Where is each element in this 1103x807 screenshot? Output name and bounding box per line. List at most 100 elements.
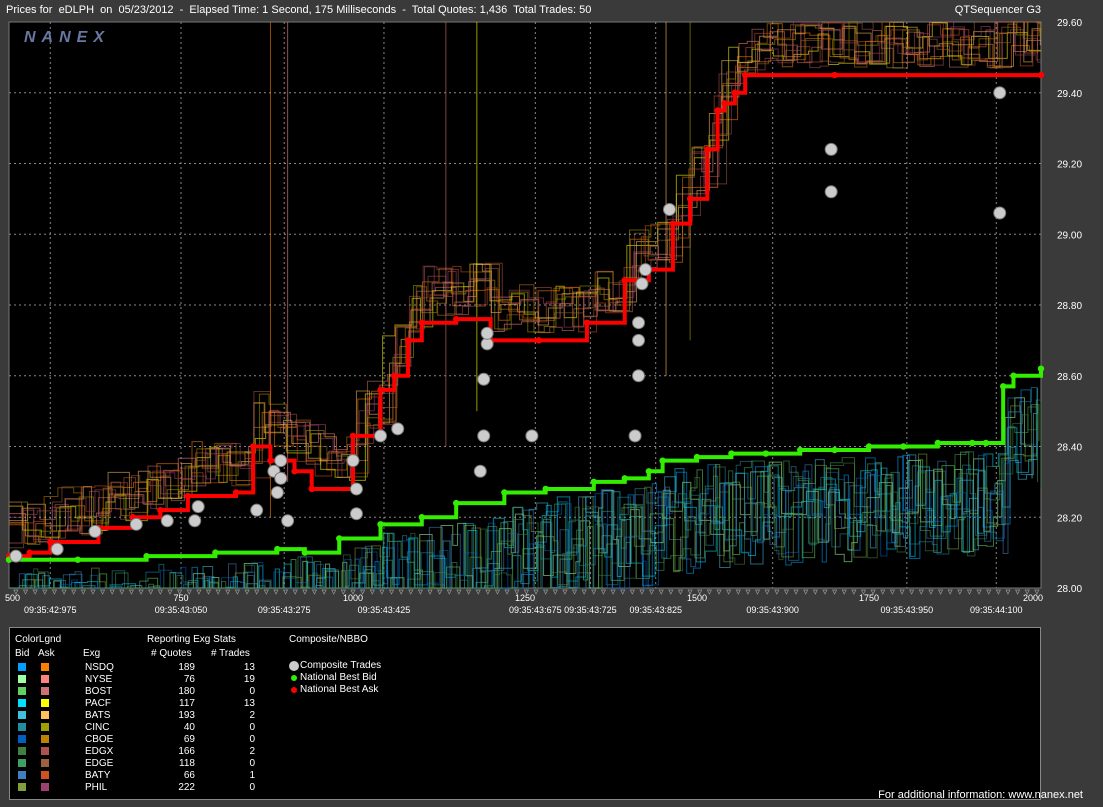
- series-point: [969, 439, 976, 447]
- exchange-quotes: 222: [178, 782, 195, 793]
- ask-color-swatch: [41, 663, 49, 671]
- trade-tick-marker: [119, 589, 125, 595]
- trade-point: [480, 326, 494, 340]
- trade-tick-marker: [581, 589, 587, 595]
- exchange-name: NYSE: [85, 674, 113, 685]
- y-tick-label: 28.60: [1057, 372, 1082, 383]
- trade-tick-marker: [225, 589, 231, 595]
- bid-color-swatch: [18, 783, 26, 791]
- exchange-quotes: 118: [179, 758, 195, 769]
- time-tick-label: 09:35:44:100: [970, 605, 1023, 615]
- trade-tick-marker: [986, 589, 992, 595]
- series-point: [301, 549, 309, 556]
- trade-point: [349, 482, 363, 496]
- trade-point: [993, 86, 1007, 100]
- exchange-trades: 0: [249, 758, 255, 769]
- trade-tick-marker: [437, 589, 443, 595]
- nbbo-color-dot: [291, 687, 297, 693]
- trade-tick-marker: [803, 589, 809, 595]
- trade-tick-marker: [793, 589, 799, 595]
- series-point: [349, 432, 357, 440]
- exchange-trades: 2: [249, 710, 255, 721]
- series-point: [1037, 365, 1045, 372]
- series-point: [590, 478, 597, 486]
- trade-tick-marker: [937, 589, 944, 595]
- trade-tick-marker: [292, 589, 298, 595]
- legend-bid-header: Bid: [15, 648, 30, 659]
- nbbo-label: National Best Ask: [300, 684, 379, 695]
- trade-point: [88, 524, 102, 538]
- footer-note: For additional information: www.nanex.ne…: [878, 789, 1083, 801]
- legend-ask-header: Ask: [38, 648, 55, 659]
- series-point: [418, 319, 425, 326]
- time-tick-label: 09:35:43:825: [629, 605, 682, 615]
- exchange-name: CBOE: [85, 734, 114, 745]
- time-tick-label: 09:35:43:425: [358, 605, 411, 615]
- exchange-trades: 1: [249, 770, 255, 781]
- trade-tick-marker: [764, 589, 770, 595]
- trade-tick-marker: [610, 589, 616, 595]
- trade-point: [632, 369, 646, 383]
- legend-composite-header: Composite/NBBO: [289, 634, 368, 645]
- exchange-name: EDGE: [85, 758, 114, 769]
- trade-tick-marker: [398, 589, 404, 595]
- nbbo-label: Composite Trades: [300, 660, 382, 671]
- series-point: [74, 556, 82, 563]
- series-point: [741, 71, 749, 79]
- series-point: [900, 443, 907, 450]
- exchange-trades: 0: [249, 722, 255, 733]
- legend-quotes-header: # Quotes: [151, 648, 192, 659]
- exchange-name: CINC: [85, 722, 110, 733]
- series-point: [291, 468, 298, 475]
- trade-point: [374, 429, 388, 443]
- trade-point: [191, 500, 205, 514]
- series-point: [659, 457, 666, 464]
- exchange-name: NSDQ: [85, 662, 114, 673]
- bid-color-swatch: [18, 771, 26, 779]
- trade-tick-marker: [976, 589, 982, 595]
- trade-tick-marker: [822, 589, 828, 595]
- ask-color-swatch: [41, 711, 49, 719]
- legend-exg-header: Exg: [83, 648, 101, 659]
- exchange-quotes: 180: [178, 686, 195, 697]
- exchange-name: EDGX: [85, 746, 114, 757]
- time-tick-label: 09:35:43:900: [746, 605, 799, 615]
- legend-stats-header: Reporting Exg Stats: [147, 634, 236, 645]
- trade-point: [993, 206, 1007, 220]
- bid-color-swatch: [18, 699, 26, 707]
- trade-point: [525, 429, 539, 443]
- trade-point: [250, 503, 264, 517]
- x-tick-label: 1750: [859, 593, 879, 603]
- trade-point: [129, 517, 143, 531]
- trade-tick-marker: [1005, 589, 1011, 595]
- series-point: [693, 453, 701, 461]
- exchange-quotes: 117: [179, 698, 195, 709]
- trade-point: [274, 454, 288, 468]
- trade-tick-marker: [1015, 589, 1021, 595]
- trade-tick-marker: [273, 589, 279, 595]
- trade-tick-marker: [543, 589, 549, 595]
- time-tick-label: 09:35:43:275: [258, 605, 311, 615]
- series-point: [731, 89, 739, 96]
- time-tick-label: 09:35:43:675: [509, 605, 562, 615]
- trade-tick-marker: [148, 589, 154, 595]
- trade-tick-marker: [42, 589, 48, 595]
- trade-point: [824, 185, 838, 199]
- trade-tick-marker: [774, 589, 780, 595]
- trade-tick-marker: [80, 589, 86, 595]
- trade-point: [477, 429, 491, 443]
- time-tick-label: 09:35:43:725: [564, 605, 617, 615]
- trade-tick-marker: [128, 589, 135, 595]
- trade-point: [473, 464, 487, 478]
- trade-tick-marker: [283, 589, 289, 595]
- series-point: [669, 220, 677, 227]
- trade-tick-marker: [494, 589, 501, 595]
- y-tick-label: 28.40: [1057, 443, 1082, 454]
- trade-point: [50, 542, 64, 556]
- series-point: [1010, 372, 1017, 379]
- trade-tick-marker: [899, 589, 905, 595]
- exchange-name: PACF: [85, 698, 111, 709]
- trade-tick-marker: [909, 589, 915, 595]
- series-point: [535, 337, 542, 344]
- trade-tick-marker: [716, 589, 722, 595]
